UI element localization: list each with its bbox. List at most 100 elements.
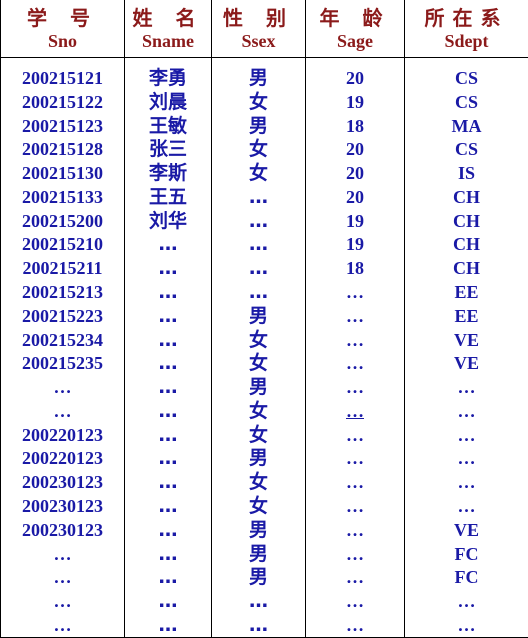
header-row-chinese: 学 号 姓 名 性 别 年 龄 所在系 bbox=[0, 0, 528, 31]
ssex-cell: 女 bbox=[211, 494, 306, 518]
table-row: …… 女…… bbox=[0, 399, 528, 423]
ssex-cell: 男 bbox=[211, 375, 306, 399]
sno-cell: … bbox=[0, 565, 125, 590]
sage-cell: 20 bbox=[305, 184, 405, 209]
table-row: …… 男… FC bbox=[0, 541, 528, 566]
sdept-cell: VE bbox=[404, 351, 528, 376]
header-sname-zh: 姓 名 bbox=[124, 0, 212, 31]
ssex-cell: 女 bbox=[211, 327, 306, 352]
sno-cell: 200220123 bbox=[0, 422, 125, 447]
header-sage-en: Sage bbox=[305, 31, 405, 58]
sname-cell: … bbox=[124, 399, 212, 423]
table-row: 200230123… 女…… bbox=[0, 494, 528, 518]
sno-cell: 200215200 bbox=[0, 208, 125, 233]
ssex-cell: 女 bbox=[211, 351, 306, 376]
sname-cell: … bbox=[124, 446, 212, 471]
ssex-cell: 女 bbox=[211, 470, 306, 495]
sdept-cell: … bbox=[404, 613, 528, 638]
table-row: 200215130 李斯女 20 IS bbox=[0, 161, 528, 185]
sname-cell: … bbox=[124, 232, 212, 257]
sdept-cell: … bbox=[404, 494, 528, 518]
ssex-cell: … bbox=[211, 256, 306, 281]
ssex-cell: … bbox=[211, 613, 306, 638]
table-row: …… 男… FC bbox=[0, 565, 528, 590]
sage-cell: 18 bbox=[305, 113, 405, 138]
table-header: 学 号 姓 名 性 别 年 龄 所在系 Sno Sname Ssex Sage … bbox=[0, 0, 528, 58]
table-row: 200220123… 女…… bbox=[0, 422, 528, 447]
sname-cell: … bbox=[124, 422, 212, 447]
sdept-cell: … bbox=[404, 589, 528, 614]
sno-cell: 200230123 bbox=[0, 470, 125, 495]
sage-cell: … bbox=[305, 399, 405, 423]
table-row: 200215235… 女… VE bbox=[0, 351, 528, 376]
table-row: 200215133 王五… 20 CH bbox=[0, 184, 528, 209]
sage-cell: … bbox=[305, 446, 405, 471]
sno-cell: 200215210 bbox=[0, 232, 125, 257]
ssex-cell: 女 bbox=[211, 422, 306, 447]
sname-cell: … bbox=[124, 280, 212, 304]
header-sname-en: Sname bbox=[124, 31, 212, 58]
sname-cell: … bbox=[124, 470, 212, 495]
sno-cell: … bbox=[0, 375, 125, 399]
sno-cell: … bbox=[0, 541, 125, 566]
sno-cell: 200230123 bbox=[0, 517, 125, 542]
header-sno-en: Sno bbox=[0, 31, 125, 58]
sname-cell: … bbox=[124, 327, 212, 352]
ssex-cell: 男 bbox=[211, 57, 306, 90]
table-row: 200215200 刘华… 19 CH bbox=[0, 208, 528, 233]
sdept-cell: CS bbox=[404, 137, 528, 162]
ssex-cell: … bbox=[211, 280, 306, 304]
sdept-cell: VE bbox=[404, 517, 528, 542]
table-row: 200215211…… 18 CH bbox=[0, 256, 528, 281]
sno-cell: … bbox=[0, 399, 125, 423]
table-row: 200215121 李勇男 20 CS bbox=[0, 57, 528, 90]
sage-cell: … bbox=[305, 327, 405, 352]
sno-cell: 200230123 bbox=[0, 494, 125, 518]
sname-cell: … bbox=[124, 256, 212, 281]
sname-cell: … bbox=[124, 613, 212, 638]
ssex-cell: … bbox=[211, 208, 306, 233]
sname-cell: … bbox=[124, 494, 212, 518]
sdept-cell: CH bbox=[404, 184, 528, 209]
sname-cell: … bbox=[124, 303, 212, 328]
header-sno-zh: 学 号 bbox=[0, 0, 125, 31]
ssex-cell: 男 bbox=[211, 113, 306, 138]
sdept-cell: CS bbox=[404, 57, 528, 90]
sage-cell: … bbox=[305, 422, 405, 447]
sname-cell: 王敏 bbox=[124, 113, 212, 138]
sno-cell: 200215133 bbox=[0, 184, 125, 209]
ssex-cell: … bbox=[211, 589, 306, 614]
ssex-cell: … bbox=[211, 184, 306, 209]
sname-cell: … bbox=[124, 589, 212, 614]
sdept-cell: … bbox=[404, 422, 528, 447]
ssex-cell: … bbox=[211, 232, 306, 257]
sdept-cell: FC bbox=[404, 541, 528, 566]
ssex-cell: 女 bbox=[211, 399, 306, 423]
sage-cell: … bbox=[305, 470, 405, 495]
sname-cell: … bbox=[124, 351, 212, 376]
sno-cell: 200215121 bbox=[0, 57, 125, 90]
sage-cell: … bbox=[305, 303, 405, 328]
sage-cell: … bbox=[305, 517, 405, 542]
sdept-cell: … bbox=[404, 375, 528, 399]
sage-cell: 20 bbox=[305, 137, 405, 162]
table-row: 200215210…… 19 CH bbox=[0, 232, 528, 257]
ssex-cell: 男 bbox=[211, 541, 306, 566]
sno-cell: 200215213 bbox=[0, 280, 125, 304]
sno-cell: 200215223 bbox=[0, 303, 125, 328]
sname-cell: 刘晨 bbox=[124, 89, 212, 114]
sno-cell: 200220123 bbox=[0, 446, 125, 471]
sdept-cell: CS bbox=[404, 89, 528, 114]
sage-cell: 19 bbox=[305, 208, 405, 233]
sno-cell: 200215235 bbox=[0, 351, 125, 376]
table-row: 200215128 张三女 20 CS bbox=[0, 137, 528, 162]
sname-cell: … bbox=[124, 565, 212, 590]
sage-cell: … bbox=[305, 613, 405, 638]
ssex-cell: 女 bbox=[211, 89, 306, 114]
sdept-cell: EE bbox=[404, 303, 528, 328]
table-row: 200230123… 男… VE bbox=[0, 517, 528, 542]
sdept-cell: VE bbox=[404, 327, 528, 352]
sage-cell: 18 bbox=[305, 256, 405, 281]
table-row: 200220123… 男…… bbox=[0, 446, 528, 471]
sname-cell: … bbox=[124, 375, 212, 399]
